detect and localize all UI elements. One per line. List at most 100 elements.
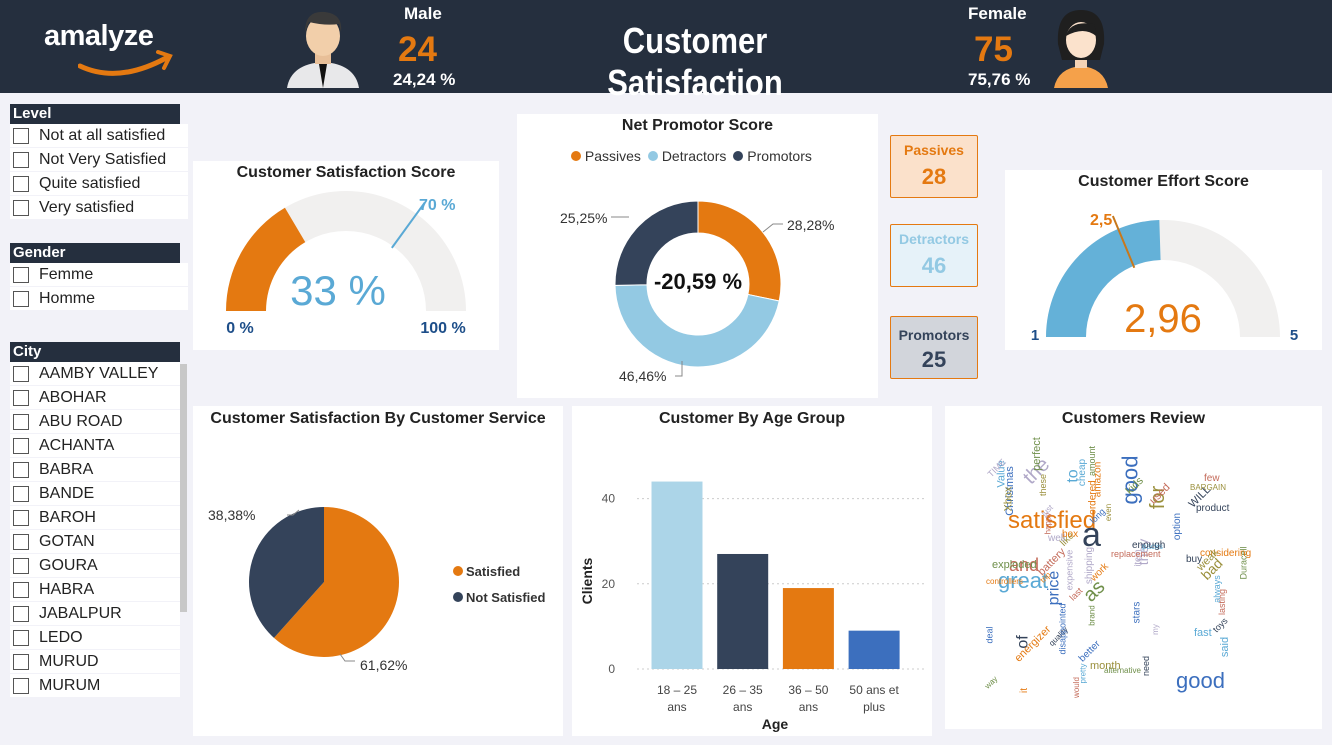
city-option[interactable]: AAMBY VALLEY [10,362,180,386]
checkbox[interactable] [13,127,29,144]
city-option[interactable]: HABRA [10,578,180,602]
city-option-label: AAMBY VALLEY [39,364,159,382]
x-tick-label: 36 – 50 [788,683,828,697]
checkbox[interactable] [13,557,29,574]
city-option[interactable]: GOURA [10,554,180,578]
service-pie: 38,38% 61,62% Satisfied Not Satisfied [208,507,546,673]
city-option-label: GOTAN [39,532,95,550]
gauge-target-label: 2,5 [1090,212,1112,229]
cloud-word: shipping [1084,546,1096,585]
cloud-word: month [1090,660,1121,672]
cloud-word: box [1062,529,1079,540]
checkbox[interactable] [13,581,29,598]
cloud-word: brand [1087,605,1097,626]
gender-option[interactable]: Femme [10,263,188,287]
kpi-label: Promotors [898,327,970,343]
checkbox[interactable] [13,290,29,307]
city-option[interactable]: ABU ROAD [10,410,180,434]
checkbox[interactable] [13,151,29,168]
gauge-min-label: 1 [1031,327,1039,344]
service-card: Customer Satisfaction By Customer Servic… [193,406,563,736]
x-tick-label: 18 – 25 [657,683,697,697]
level-option[interactable]: Quite satisfied [10,172,188,196]
city-option[interactable]: GOTAN [10,530,180,554]
city-option[interactable]: BABRA [10,458,180,482]
city-option[interactable]: JABALPUR [10,602,180,626]
legend-not-satisfied[interactable]: Not Satisfied [466,590,546,605]
checkbox[interactable] [13,653,29,670]
city-option-label: BABRA [39,460,94,478]
slice-detractors[interactable] [614,284,780,368]
cloud-word: it [1019,688,1030,693]
checkbox[interactable] [13,175,29,192]
bar[interactable] [782,588,834,669]
cloud-word: way [982,674,1000,691]
checkbox[interactable] [13,629,29,646]
page-title: Customer Satisfaction [607,20,783,103]
level-option[interactable]: Not at all satisfied [10,124,188,148]
y-tick-label: 40 [602,492,616,506]
x-tick-label: ans [799,700,818,714]
checkbox[interactable] [13,389,29,406]
legend-satisfied[interactable]: Satisfied [466,564,520,579]
gender-slicer-title: Gender [10,243,180,263]
city-option[interactable]: BANDE [10,482,180,506]
kpi-promotors: Promotors 25 [890,316,978,379]
city-option[interactable]: BAROH [10,506,180,530]
checkbox[interactable] [13,533,29,550]
age-bar-chart: 0 20 40 18 – 25 ans 26 – 35 ans 36 – 50 ans 50 a… [579,481,927,732]
cloud-word: said [1219,636,1232,658]
cloud-word: deal [984,626,995,644]
gender-option-label: Femme [39,265,94,283]
bar[interactable] [651,481,703,669]
checkbox[interactable] [13,437,29,454]
level-option[interactable]: Not Very Satisfied [10,148,188,172]
gender-option[interactable]: Homme [10,287,188,311]
city-option[interactable]: ACHANTA [10,434,180,458]
cloud-word: controllers [986,577,1023,586]
level-slicer-title: Level [10,104,180,124]
cloud-word: lasting [1217,588,1228,616]
city-option-label: ABU ROAD [39,412,123,430]
city-scrollbar[interactable] [180,364,187,612]
kpi-label: Detractors [898,231,970,247]
checkbox[interactable] [13,509,29,526]
male-avatar-icon [287,11,359,88]
x-tick-label: plus [863,700,885,714]
x-tick-label: ans [667,700,686,714]
nps-donut: -20,59 % 28,28% 25,25% 46,46% [560,200,834,384]
cloud-word: even [1104,503,1114,522]
bar[interactable] [848,630,900,669]
checkbox[interactable] [13,677,29,694]
bar[interactable] [717,553,769,669]
level-option[interactable]: Very satisfied [10,196,188,220]
kpi-detractors: Detractors 46 [890,224,978,287]
city-option[interactable]: MURUD [10,650,180,674]
cloud-word: ordered [1087,480,1099,515]
city-option-label: HABRA [39,580,95,598]
ces-card: Customer Effort Score 2,5 2,96 1 5 [1005,170,1322,350]
city-option[interactable]: ABOHAR [10,386,180,410]
checkbox[interactable] [13,605,29,622]
nps-card: Net Promotor Score Passives Detractors P… [517,114,878,398]
city-option[interactable]: MURUM [10,674,180,698]
female-percent: 75,76 % [968,70,1031,89]
city-option-label: MURUD [39,652,99,670]
checkbox[interactable] [13,365,29,382]
checkbox[interactable] [13,485,29,502]
gauge-value: 33 % [290,267,386,314]
csat-card: Customer Satisfaction Score 70 % 33 % 0 … [193,161,499,350]
cloud-word: option [1172,512,1184,541]
slice-label-promotors: 25,25% [560,210,607,226]
level-option-label: Quite satisfied [39,174,141,192]
gauge-target-label: 70 % [419,197,455,214]
y-tick-label: 0 [608,662,615,676]
checkbox[interactable] [13,199,29,216]
kpi-value: 46 [921,253,947,278]
checkbox[interactable] [13,413,29,430]
city-option[interactable]: LEDO [10,626,180,650]
cloud-word: expensive [1064,549,1075,591]
checkbox[interactable] [13,266,29,283]
slice-label-passives: 28,28% [787,217,834,233]
checkbox[interactable] [13,461,29,478]
